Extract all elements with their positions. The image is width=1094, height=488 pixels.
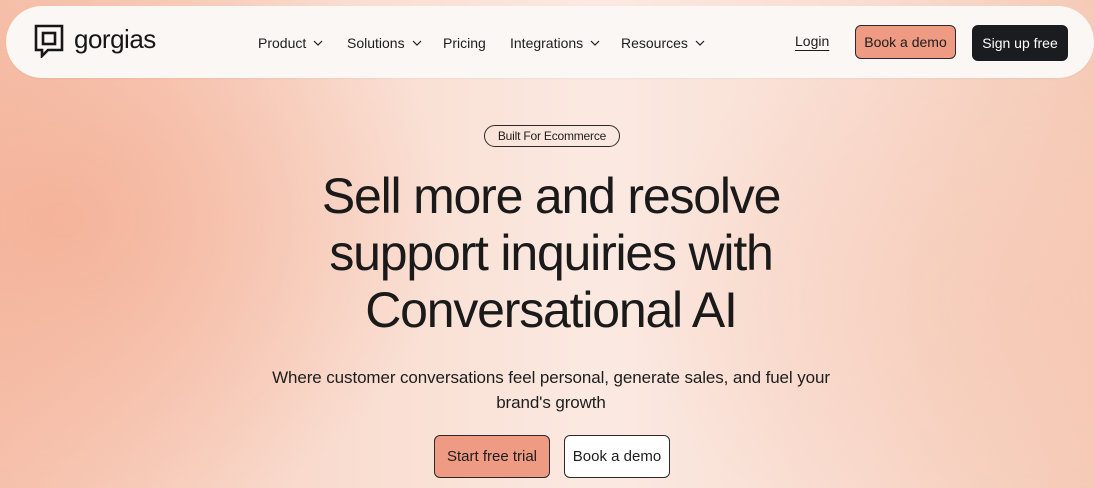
chevron-down-icon — [412, 40, 422, 46]
nav-item-pricing[interactable]: Pricing — [443, 35, 486, 51]
nav-item-solutions-label: Solutions — [347, 35, 405, 51]
chevron-down-icon — [313, 40, 323, 46]
hero-headline-line-1: Sell more and resolve — [321, 168, 782, 224]
nav-item-integrations-label: Integrations — [510, 35, 584, 51]
login-link[interactable]: Login — [795, 33, 829, 49]
brand-logo[interactable]: gorgias — [34, 24, 156, 58]
nav-item-pricing-label: Pricing — [443, 35, 486, 51]
chevron-down-icon — [695, 40, 705, 46]
nav-item-solutions[interactable]: Solutions — [347, 35, 423, 51]
built-for-ecommerce-badge: Built For Ecommerce — [484, 125, 620, 147]
nav-item-product[interactable]: Product — [258, 35, 324, 51]
book-demo-hero-button[interactable]: Book a demo — [564, 435, 670, 478]
book-demo-nav-button[interactable]: Book a demo — [855, 25, 956, 59]
nav-item-resources-label: Resources — [621, 35, 688, 51]
brand-name: gorgias — [74, 24, 156, 54]
top-navigation-bar: gorgias Product Solutions Pricing Integr… — [6, 6, 1094, 78]
hero-headline-line-2: support inquiries with — [329, 225, 773, 281]
nav-item-product-label: Product — [258, 35, 307, 51]
gorgias-logo-icon — [34, 24, 64, 58]
hero-headline: Sell more and resolve support inquiries … — [0, 168, 1094, 339]
start-free-trial-button[interactable]: Start free trial — [434, 435, 550, 478]
chevron-down-icon — [590, 40, 600, 46]
hero-subtext: Where customer conversations feel person… — [272, 368, 830, 412]
hero-headline-line-3: Conversational AI — [365, 282, 738, 338]
nav-item-resources[interactable]: Resources — [621, 35, 706, 51]
sign-up-free-button[interactable]: Sign up free — [972, 25, 1068, 61]
nav-item-integrations[interactable]: Integrations — [510, 35, 601, 51]
